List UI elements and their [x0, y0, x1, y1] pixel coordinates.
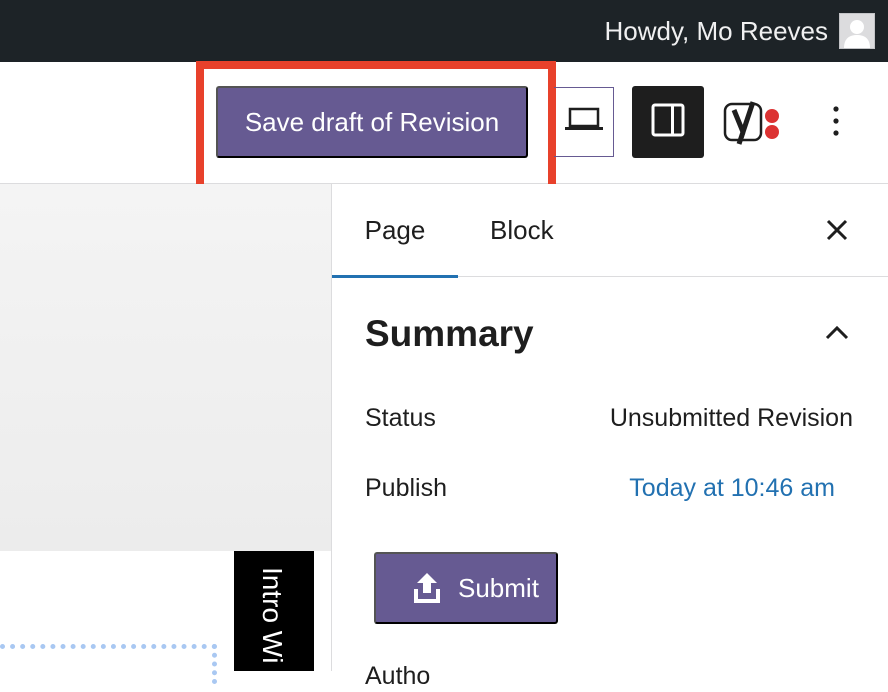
publish-date-link[interactable]: Today at 10:46 am — [629, 472, 835, 504]
yoast-icon — [722, 101, 784, 154]
tab-page[interactable]: Page — [332, 184, 458, 278]
settings-sidebar: Page Block Summary Status Unsubmitted Re… — [331, 184, 888, 690]
sidebar-tabs: Page Block — [332, 184, 888, 278]
settings-toggle-button[interactable] — [632, 86, 704, 158]
publish-label: Publish — [365, 474, 447, 502]
preview-button[interactable] — [554, 87, 614, 157]
intro-block[interactable]: Intro Wi — [234, 551, 314, 671]
yoast-button[interactable] — [722, 96, 784, 150]
upload-icon — [412, 571, 442, 605]
more-vertical-icon — [832, 105, 840, 142]
howdy-greeting[interactable]: Howdy, Mo Reeves — [605, 14, 829, 48]
more-options-button[interactable] — [818, 96, 854, 150]
submit-button[interactable]: Submit — [374, 552, 558, 624]
tab-block[interactable]: Block — [490, 184, 554, 276]
submit-label: Submit — [458, 572, 539, 603]
block-outline[interactable] — [0, 644, 217, 684]
close-icon[interactable] — [823, 216, 851, 244]
chevron-up-icon[interactable] — [823, 320, 851, 348]
status-label: Status — [365, 404, 436, 432]
admin-bar: Howdy, Mo Reeves — [0, 0, 888, 62]
summary-title: Summary — [365, 313, 534, 354]
canvas-area — [0, 184, 331, 551]
sidebar-toggle-icon — [651, 103, 685, 142]
laptop-icon — [564, 107, 604, 138]
intro-block-label: Intro Wi — [257, 567, 288, 664]
save-draft-button[interactable]: Save draft of Revision — [216, 86, 528, 158]
status-value: Unsubmitted Revision — [609, 404, 853, 432]
author-label: Autho — [365, 662, 431, 690]
avatar[interactable] — [839, 13, 875, 49]
